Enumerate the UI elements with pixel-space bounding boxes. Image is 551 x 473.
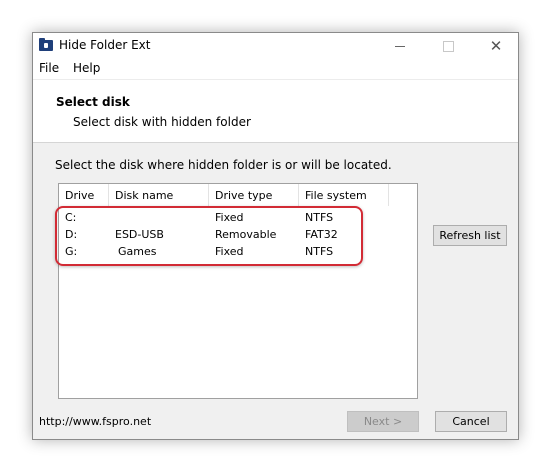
header-title: Select disk xyxy=(56,95,130,109)
cell-file-system: NTFS xyxy=(305,211,334,224)
header-subtitle: Select disk with hidden folder xyxy=(73,115,251,129)
menu-help[interactable]: Help xyxy=(73,61,100,75)
folder-app-icon xyxy=(39,38,53,51)
cancel-button[interactable]: Cancel xyxy=(435,411,507,432)
window-title: Hide Folder Ext xyxy=(59,38,151,52)
next-button[interactable]: Next > xyxy=(347,411,419,432)
close-icon: ✕ xyxy=(489,37,503,55)
menu-file[interactable]: File xyxy=(39,61,59,75)
cell-drive: D: xyxy=(65,228,78,241)
menu-bar: File Help xyxy=(33,59,518,79)
title-bar[interactable]: Hide Folder Ext ✕ xyxy=(33,33,518,59)
disk-list[interactable]: Drive Disk name Drive type File system C… xyxy=(58,183,418,399)
column-header-file-system[interactable]: File system xyxy=(299,184,389,206)
refresh-list-button[interactable]: Refresh list xyxy=(433,225,507,246)
close-button[interactable]: ✕ xyxy=(474,33,518,59)
column-header-drive[interactable]: Drive xyxy=(59,184,109,206)
app-window: Hide Folder Ext ✕ File Help Select disk … xyxy=(32,32,519,440)
wizard-header: Select disk Select disk with hidden fold… xyxy=(33,79,518,143)
column-header-disk-name[interactable]: Disk name xyxy=(109,184,209,206)
cell-disk-name: ESD-USB xyxy=(115,228,164,241)
cell-file-system: FAT32 xyxy=(305,228,338,241)
cell-disk-name: Games xyxy=(118,245,157,258)
cell-drive: C: xyxy=(65,211,77,224)
minimize-button[interactable] xyxy=(378,33,422,59)
cell-drive-type: Removable xyxy=(215,228,277,241)
cell-file-system: NTFS xyxy=(305,245,334,258)
cell-drive: G: xyxy=(65,245,78,258)
instruction-text: Select the disk where hidden folder is o… xyxy=(55,158,392,172)
cell-drive-type: Fixed xyxy=(215,245,244,258)
column-header-drive-type[interactable]: Drive type xyxy=(209,184,299,206)
cell-drive-type: Fixed xyxy=(215,211,244,224)
maximize-button[interactable] xyxy=(426,33,470,59)
footer-url: http://www.fspro.net xyxy=(39,415,152,428)
